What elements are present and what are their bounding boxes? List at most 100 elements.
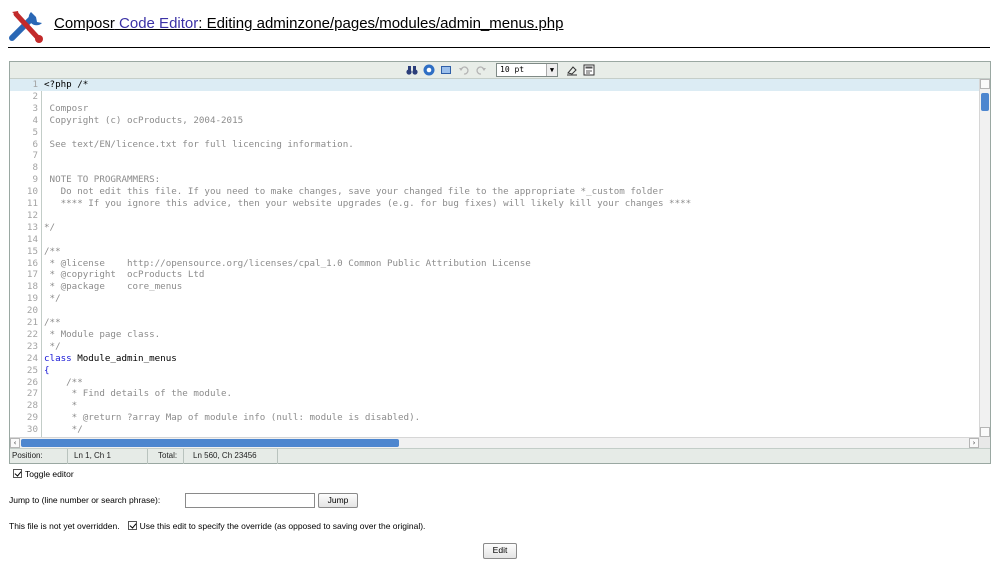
code-text: /** — [44, 317, 61, 328]
code-line[interactable]: 4 Copyright (c) ocProducts, 2004-2015 — [10, 115, 979, 127]
code-line[interactable]: 30 */ — [10, 424, 979, 436]
code-text-area[interactable]: 1 <?php /* 2 3 Composr 4 Copyright (c) ocPro… — [10, 79, 979, 437]
code-text: **** If you ignore this advice, then you… — [44, 198, 692, 209]
code-line[interactable]: 16 * @license http://opensource.org/lice… — [10, 258, 979, 270]
code-text: * Module page class. — [44, 328, 161, 340]
code-line[interactable]: 8 — [10, 162, 979, 174]
fullscreen-icon[interactable] — [440, 64, 452, 76]
code-line[interactable]: 6 See text/EN/licence.txt for full licen… — [10, 139, 979, 151]
code-text: * @return ?array Map of module info (nul… — [44, 412, 421, 424]
override-row: This file is not yet overridden. Use this… — [9, 521, 425, 531]
code-line[interactable]: 21 /** — [10, 317, 979, 329]
line-number: 1 — [32, 79, 38, 90]
line-number: 9 — [32, 174, 38, 186]
code-line[interactable]: 14 — [10, 234, 979, 246]
code-line[interactable]: 18 * @package core_menus — [10, 281, 979, 293]
jump-to-label: Jump to (line number or search phrase): — [9, 495, 161, 505]
code-text: */ — [44, 424, 83, 436]
line-number: 22 — [26, 328, 38, 340]
code-text: */ — [44, 293, 61, 305]
code-line[interactable]: 3 Composr — [10, 103, 979, 115]
code-text: See text/EN/licence.txt for full licenci… — [44, 138, 354, 150]
line-number: 6 — [32, 138, 38, 150]
line-number: 15 — [26, 245, 38, 257]
font-size-value: 10 pt — [500, 65, 525, 74]
code-editor[interactable]: 10 pt ▼ 1 <?php /* 2 3 Composr 4 Copyright (… — [9, 61, 991, 464]
code-text: * — [44, 400, 78, 412]
vertical-scroll-thumb[interactable] — [981, 93, 989, 111]
code-line[interactable]: 26 /** — [10, 377, 979, 389]
code-line[interactable]: 9 NOTE TO PROGRAMMERS: — [10, 174, 979, 186]
code-line[interactable]: 2 — [10, 91, 979, 103]
code-keyword: class — [44, 352, 72, 364]
line-number: 12 — [26, 209, 38, 221]
code-text: Composr — [44, 102, 89, 114]
line-number: 27 — [26, 388, 38, 400]
code-text: * @license http://opensource.org/license… — [44, 257, 531, 269]
scroll-up-button[interactable] — [980, 79, 990, 89]
code-line[interactable]: 29 * @return ?array Map of module info (… — [10, 412, 979, 424]
code-line[interactable]: 10 Do not edit this file. If you need to… — [10, 186, 979, 198]
line-number: 3 — [32, 102, 38, 114]
toggle-editor-checkbox[interactable] — [13, 469, 22, 478]
code-line[interactable]: 7 — [10, 150, 979, 162]
line-number: 19 — [26, 293, 38, 305]
toggle-editor-label[interactable]: Toggle editor — [25, 469, 74, 479]
line-number: 2 — [32, 90, 38, 102]
horizontal-scroll-thumb[interactable] — [21, 439, 399, 447]
total-value: Ln 560, Ch 23456 — [184, 449, 278, 464]
code-text: * @copyright ocProducts Ltd — [44, 269, 205, 281]
vertical-scrollbar[interactable] — [979, 79, 990, 437]
line-number: 30 — [26, 424, 38, 436]
line-number: 8 — [32, 162, 38, 174]
code-line[interactable]: 12 — [10, 210, 979, 222]
code-line[interactable]: 22 * Module page class. — [10, 329, 979, 341]
override-checkbox-label[interactable]: Use this edit to specify the override (a… — [140, 521, 426, 531]
redo-icon[interactable] — [475, 64, 487, 76]
horizontal-scrollbar[interactable]: ‹ › — [10, 437, 979, 448]
scroll-left-button[interactable]: ‹ — [10, 438, 20, 448]
code-text: Do not edit this file. If you need to ma… — [44, 186, 664, 198]
jump-button[interactable]: Jump — [318, 493, 358, 508]
editor-statusbar: Position: Ln 1, Ch 1 Total: Ln 560, Ch 2… — [10, 448, 990, 464]
edit-button[interactable]: Edit — [483, 543, 517, 559]
font-size-select[interactable]: 10 pt ▼ — [496, 63, 558, 77]
code-line[interactable]: 11 **** If you ignore this advice, then … — [10, 198, 979, 210]
code-identifier: Module_admin_menus — [71, 352, 177, 364]
code-line[interactable]: 15 /** — [10, 246, 979, 258]
help-icon[interactable] — [423, 64, 435, 76]
line-number: 10 — [26, 186, 38, 198]
title-brand[interactable]: Composr — [54, 15, 115, 32]
scroll-down-button[interactable] — [980, 427, 990, 437]
code-line[interactable]: 1 <?php /* — [10, 79, 979, 91]
code-keyword: { — [44, 364, 50, 376]
undo-icon[interactable] — [458, 64, 470, 76]
code-line[interactable]: 27 * Find details of the module. — [10, 388, 979, 400]
line-number: 5 — [32, 126, 38, 138]
line-number: 17 — [26, 269, 38, 281]
code-text: <?php /* — [44, 79, 89, 90]
code-line[interactable]: 25 { — [10, 365, 979, 377]
syntax-toggle-icon[interactable] — [583, 64, 595, 76]
line-number: 14 — [26, 233, 38, 245]
code-text: Copyright (c) ocProducts, 2004-2015 — [44, 114, 244, 126]
line-number: 29 — [26, 412, 38, 424]
override-checkbox[interactable] — [127, 521, 137, 530]
jump-to-input[interactable] — [185, 493, 315, 508]
search-binoculars-icon[interactable] — [406, 64, 418, 76]
code-line[interactable]: 19 */ — [10, 293, 979, 305]
title-editing-path: : Editing adminzone/pages/modules/admin_… — [198, 15, 564, 32]
title-code-editor-link[interactable]: Code Editor — [119, 15, 198, 32]
line-number: 28 — [26, 400, 38, 412]
code-line[interactable]: 24 class Module_admin_menus — [10, 353, 979, 365]
override-status-text: This file is not yet overridden. — [9, 521, 120, 531]
code-line[interactable]: 13 */ — [10, 222, 979, 234]
scroll-right-button[interactable]: › — [969, 438, 979, 448]
code-line[interactable]: 20 — [10, 305, 979, 317]
code-line[interactable]: 23 */ — [10, 341, 979, 353]
eraser-icon[interactable] — [566, 64, 578, 76]
code-line[interactable]: 17 * @copyright ocProducts Ltd — [10, 269, 979, 281]
line-number: 24 — [26, 352, 38, 364]
code-line[interactable]: 5 — [10, 127, 979, 139]
code-line[interactable]: 28 * — [10, 400, 979, 412]
